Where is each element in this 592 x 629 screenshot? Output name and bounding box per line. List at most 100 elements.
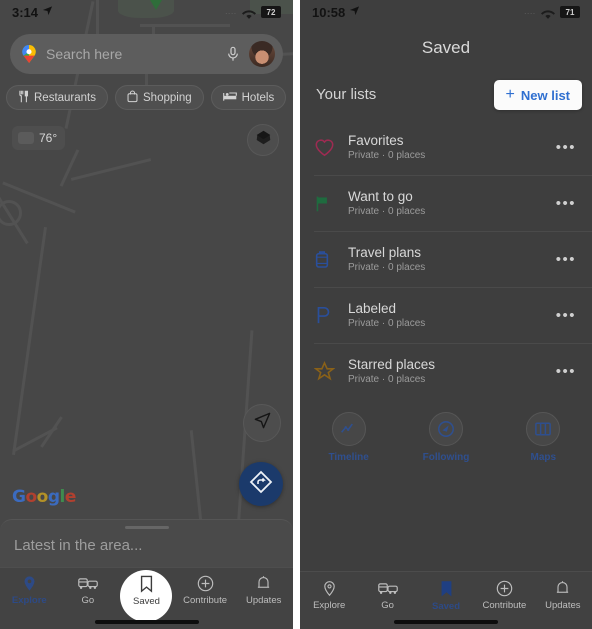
chip-label: Shopping bbox=[143, 91, 192, 104]
screenshot-stage: 3:14 .... 72 Search here Restaurants Sho… bbox=[0, 0, 592, 629]
nav-item-saved[interactable]: Saved bbox=[417, 580, 475, 612]
google-logo: Google bbox=[12, 487, 76, 507]
list-overflow-menu[interactable]: ••• bbox=[556, 363, 582, 380]
avatar[interactable] bbox=[249, 41, 275, 67]
list-meta: Private · 0 places bbox=[348, 374, 426, 385]
action-timeline[interactable]: Timeline bbox=[314, 412, 384, 463]
label-p-icon bbox=[314, 305, 344, 325]
status-time: 3:14 bbox=[12, 4, 39, 20]
battery-indicator: 72 bbox=[261, 6, 281, 18]
list-item[interactable]: Travel plans Private · 0 places ••• bbox=[300, 231, 592, 287]
locate-button[interactable] bbox=[243, 404, 281, 442]
map-icon bbox=[526, 412, 561, 446]
nav-label: Explore bbox=[313, 600, 346, 611]
left-phone-map-screen: 3:14 .... 72 Search here Restaurants Sho… bbox=[0, 0, 293, 629]
panel-separator bbox=[293, 0, 300, 629]
restaurant-icon bbox=[18, 90, 29, 106]
plus-icon: + bbox=[505, 86, 515, 103]
nav-item-contribute[interactable]: Contribute bbox=[475, 580, 533, 611]
pin-icon bbox=[21, 575, 38, 592]
action-following[interactable]: Following bbox=[411, 412, 481, 463]
location-arrow-icon bbox=[349, 5, 360, 19]
layers-icon bbox=[255, 129, 272, 151]
list-item[interactable]: Labeled Private · 0 places ••• bbox=[300, 287, 592, 343]
search-bar[interactable]: Search here bbox=[10, 34, 283, 74]
nav-item-explore[interactable]: Explore bbox=[0, 575, 59, 606]
nav-item-go[interactable]: Go bbox=[358, 580, 416, 611]
nav-label: Saved bbox=[133, 596, 160, 607]
quick-actions: Timeline Following Maps bbox=[300, 412, 592, 463]
list-item-text: Want to go Private · 0 places bbox=[344, 189, 556, 217]
nav-label: Explore bbox=[11, 595, 47, 606]
home-indicator bbox=[394, 620, 498, 624]
pin-icon bbox=[321, 580, 338, 597]
status-time-group: 10:58 bbox=[312, 5, 360, 20]
list-item[interactable]: Favorites Private · 0 places ••• bbox=[300, 119, 592, 175]
bell-icon bbox=[256, 575, 271, 592]
action-label: Timeline bbox=[328, 452, 369, 463]
google-maps-pin-icon bbox=[20, 44, 38, 64]
signal-dots-icon: .... bbox=[524, 8, 536, 16]
weather-pill[interactable]: 76° bbox=[12, 126, 66, 150]
list-name: Favorites bbox=[348, 133, 404, 148]
logo-letter: o bbox=[25, 487, 37, 507]
new-list-button[interactable]: + New list bbox=[493, 80, 582, 110]
action-label: Maps bbox=[530, 452, 557, 463]
wifi-icon bbox=[541, 7, 555, 19]
list-item-text: Labeled Private · 0 places bbox=[344, 301, 556, 329]
action-maps[interactable]: Maps bbox=[508, 412, 578, 463]
chip-hotels[interactable]: Hotels bbox=[210, 85, 287, 110]
list-item-text: Travel plans Private · 0 places bbox=[344, 245, 556, 273]
cloud-icon bbox=[18, 132, 34, 144]
microphone-icon[interactable] bbox=[225, 44, 241, 64]
hotel-bed-icon bbox=[222, 91, 237, 105]
nav-item-saved[interactable]: Saved bbox=[117, 570, 176, 622]
chip-label: Restaurants bbox=[34, 91, 97, 104]
suitcase-icon bbox=[314, 249, 344, 269]
category-chips: Restaurants Shopping Hotels bbox=[6, 85, 293, 110]
search-input[interactable]: Search here bbox=[46, 46, 217, 62]
following-icon bbox=[428, 412, 463, 446]
bookmark-filled-icon bbox=[439, 580, 454, 598]
nav-label: Go bbox=[81, 595, 95, 606]
navigate-arrow-icon bbox=[253, 411, 272, 435]
directions-diamond-icon bbox=[249, 470, 273, 499]
transit-icon bbox=[78, 575, 98, 592]
list-meta: Private · 0 places bbox=[348, 206, 426, 217]
status-indicators: .... 72 bbox=[225, 6, 281, 19]
list-item[interactable]: Want to go Private · 0 places ••• bbox=[300, 175, 592, 231]
directions-fab[interactable] bbox=[239, 462, 283, 506]
list-item-text: Starred places Private · 0 places bbox=[344, 357, 556, 385]
page-title: Saved bbox=[421, 38, 471, 57]
nav-label: Go bbox=[381, 600, 394, 611]
timeline-icon bbox=[331, 412, 366, 446]
status-time: 10:58 bbox=[312, 4, 346, 20]
nav-item-updates[interactable]: Updates bbox=[234, 575, 293, 606]
nav-item-contribute[interactable]: Contribute bbox=[176, 575, 235, 606]
logo-letter: e bbox=[64, 487, 77, 507]
nav-label: Saved bbox=[432, 601, 461, 612]
logo-letter: G bbox=[12, 487, 26, 507]
bottom-sheet[interactable]: Latest in the area... bbox=[0, 519, 293, 567]
list-overflow-menu[interactable]: ••• bbox=[556, 139, 582, 156]
section-label: Your lists bbox=[316, 86, 377, 103]
list-name: Travel plans bbox=[348, 245, 422, 260]
chip-label: Hotels bbox=[241, 91, 275, 104]
layers-button[interactable] bbox=[247, 124, 279, 156]
transit-icon bbox=[377, 580, 398, 597]
nav-item-updates[interactable]: Updates bbox=[534, 580, 592, 611]
list-overflow-menu[interactable]: ••• bbox=[556, 307, 582, 324]
chip-restaurants[interactable]: Restaurants bbox=[6, 85, 109, 110]
nav-label: Updates bbox=[245, 595, 282, 606]
sheet-title: Latest in the area... bbox=[14, 537, 143, 554]
heart-icon bbox=[314, 138, 344, 157]
location-arrow-icon bbox=[42, 5, 53, 19]
nav-item-go[interactable]: Go bbox=[59, 575, 118, 606]
list-overflow-menu[interactable]: ••• bbox=[556, 251, 582, 268]
list-item[interactable]: Starred places Private · 0 places ••• bbox=[300, 343, 592, 399]
chip-shopping[interactable]: Shopping bbox=[115, 85, 204, 110]
list-meta: Private · 0 places bbox=[348, 150, 426, 161]
list-overflow-menu[interactable]: ••• bbox=[556, 195, 582, 212]
nav-label: Contribute bbox=[482, 600, 527, 611]
nav-item-explore[interactable]: Explore bbox=[300, 580, 358, 611]
